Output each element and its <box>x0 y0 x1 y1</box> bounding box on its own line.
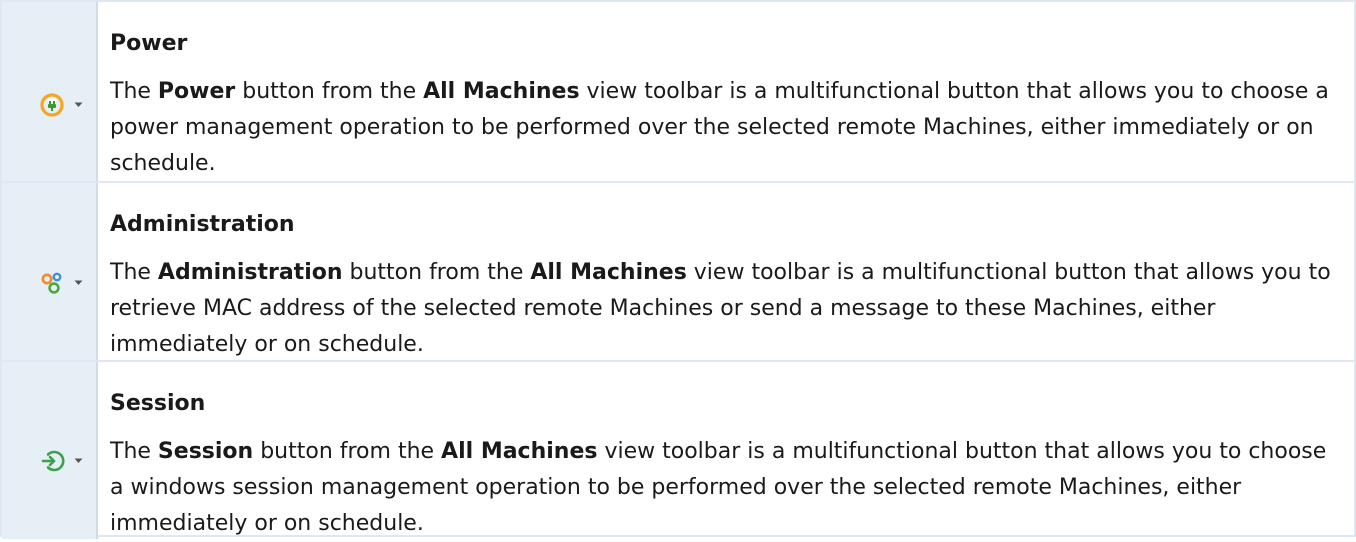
row-heading: Power <box>110 31 188 56</box>
administration-gears-icon <box>41 272 62 294</box>
icon-cell <box>2 183 98 360</box>
button-name: Session <box>157 439 254 464</box>
view-name: All Machines <box>423 79 580 104</box>
session-dropdown-button[interactable] <box>39 448 89 474</box>
administration-dropdown-button[interactable] <box>39 270 89 296</box>
row-heading: Session <box>110 391 206 416</box>
session-login-icon <box>41 450 65 472</box>
view-name: All Machines <box>530 260 687 285</box>
button-name: Power <box>157 79 236 104</box>
row-description: The Session button from the All Machines… <box>110 439 1327 536</box>
table-row-power: Power The Power button from the All Mach… <box>2 2 1356 181</box>
power-dropdown-button[interactable] <box>39 92 89 118</box>
chevron-down-icon <box>74 458 83 463</box>
table-row-administration: Administration The Administration button… <box>2 181 1356 360</box>
chevron-down-icon <box>74 280 83 285</box>
table-row-session: Session The Session button from the All … <box>2 360 1356 539</box>
icon-cell <box>2 362 98 539</box>
icon-cell <box>2 2 98 181</box>
toolbar-buttons-table: Power The Power button from the All Mach… <box>0 0 1356 539</box>
button-name: Administration <box>157 260 343 285</box>
power-plug-icon <box>40 93 64 117</box>
row-description: The Administration button from the All M… <box>110 260 1331 357</box>
row-description: The Power button from the All Machines v… <box>110 79 1329 176</box>
chevron-down-icon <box>74 102 83 107</box>
view-name: All Machines <box>441 439 598 464</box>
row-heading: Administration <box>110 212 295 237</box>
